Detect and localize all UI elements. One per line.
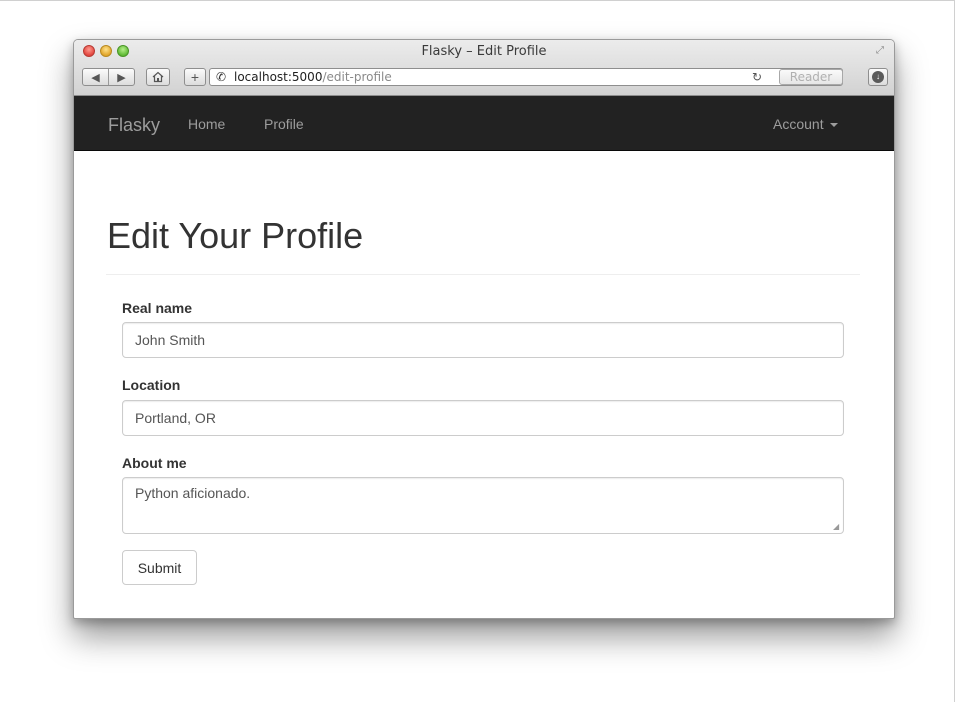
submit-button[interactable]: Submit — [122, 550, 197, 585]
downloads-icon: ↓ — [872, 71, 884, 83]
back-forward-buttons: ◀ ▶ — [82, 68, 135, 86]
site-navbar: Flasky Home Profile Account — [74, 96, 894, 151]
real-name-input[interactable] — [122, 322, 844, 358]
add-bookmark-button[interactable]: + — [184, 68, 206, 86]
about-me-textarea[interactable]: Python aficionado. — [122, 477, 844, 534]
phone-handset-icon: ✆ — [216, 70, 227, 84]
back-button[interactable]: ◀ — [83, 69, 108, 85]
page-title: Edit Your Profile — [107, 215, 364, 256]
browser-titlebar: Flasky – Edit Profile ⤢ ◀ ▶ + ✆ localhos… — [74, 40, 894, 96]
nav-link-profile[interactable]: Profile — [264, 116, 304, 132]
forward-button[interactable]: ▶ — [108, 69, 134, 85]
navbar-brand[interactable]: Flasky — [108, 115, 160, 135]
resize-grip-icon[interactable]: ◢ — [833, 523, 841, 531]
reload-icon[interactable]: ↻ — [752, 69, 762, 85]
account-dropdown[interactable]: Account — [773, 116, 838, 132]
address-bar[interactable]: ✆ localhost:5000/edit-profile ↻ — [209, 68, 843, 86]
downloads-button[interactable]: ↓ — [868, 68, 888, 86]
home-button[interactable] — [146, 68, 170, 86]
real-name-label: Real name — [122, 300, 193, 316]
header-divider — [106, 274, 860, 275]
home-icon — [152, 71, 164, 83]
nav-link-home[interactable]: Home — [188, 116, 225, 132]
location-label: Location — [122, 377, 181, 393]
forward-arrow-icon: ▶ — [117, 71, 126, 84]
browser-window: Flasky – Edit Profile ⤢ ◀ ▶ + ✆ localhos… — [73, 39, 895, 619]
window-title: Flasky – Edit Profile — [421, 44, 547, 59]
reader-button[interactable]: Reader — [779, 69, 843, 85]
caret-down-icon — [829, 123, 838, 128]
url-text: localhost:5000/edit-profile — [234, 69, 392, 85]
url-host: localhost:5000 — [234, 70, 323, 84]
url-path: /edit-profile — [322, 70, 392, 84]
location-input[interactable] — [122, 400, 844, 436]
plus-icon: + — [190, 69, 200, 85]
fullscreen-icon[interactable]: ⤢ — [876, 45, 888, 57]
account-label: Account — [773, 116, 824, 132]
back-arrow-icon: ◀ — [91, 71, 100, 84]
about-me-label: About me — [122, 455, 187, 471]
